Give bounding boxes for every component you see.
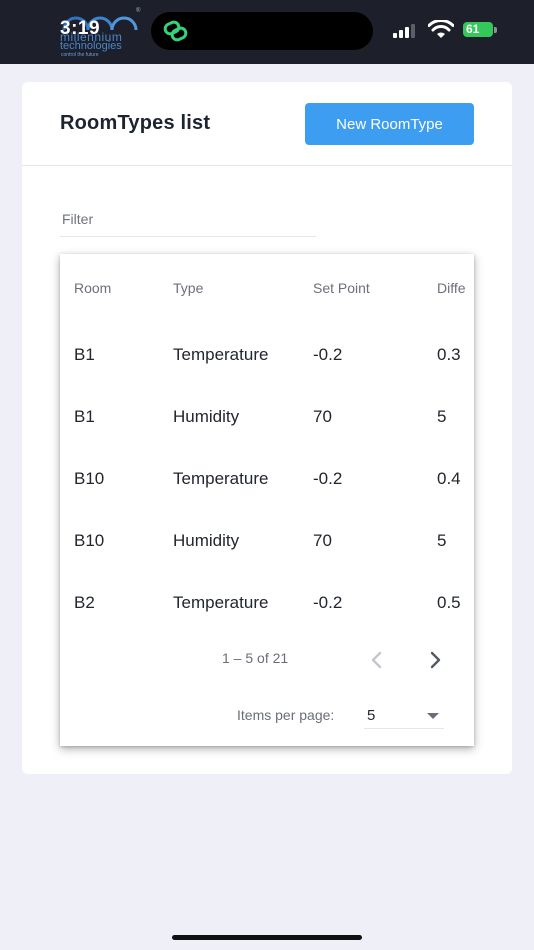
cell-set-point: -0.2	[313, 593, 343, 612]
cell-set-point: 70	[313, 531, 332, 550]
cell-set-point: 70	[313, 407, 332, 426]
items-per-page-label: Items per page:	[237, 707, 335, 723]
battery-level: 61	[466, 22, 480, 36]
chevron-right-icon[interactable]	[424, 648, 446, 672]
cell-room: B2	[74, 593, 95, 612]
cell-set-point: -0.2	[313, 345, 343, 364]
column-header-type[interactable]: Type	[173, 280, 203, 296]
column-header-set-point[interactable]: Set Point	[313, 280, 370, 296]
table-row[interactable]: B10 Temperature -0.2 0.4	[60, 469, 474, 531]
cell-difference: 5	[437, 531, 447, 550]
cell-room: B1	[74, 407, 95, 426]
table-row[interactable]: B2 Temperature -0.2 0.5	[60, 593, 474, 655]
cell-difference: 0.3	[437, 345, 461, 364]
dropdown-arrow-icon	[427, 713, 439, 719]
cell-type: Temperature	[173, 593, 269, 612]
column-header-room[interactable]: Room	[74, 280, 111, 296]
cell-type: Temperature	[173, 345, 269, 364]
roomtypes-card: RoomTypes list New RoomType Room Type Se…	[22, 82, 512, 774]
signal-icon	[393, 24, 415, 38]
items-per-page-select[interactable]: 5	[364, 700, 444, 729]
page-title: RoomTypes list	[60, 112, 211, 134]
cell-type: Temperature	[173, 469, 269, 488]
table-row[interactable]: B1 Humidity 70 5	[60, 407, 474, 469]
cell-type: Humidity	[173, 407, 240, 426]
cell-type: Humidity	[173, 531, 240, 550]
filter-input[interactable]	[60, 210, 314, 228]
roomtypes-table: Room Type Set Point Diffe B1 Temperature…	[60, 254, 474, 746]
cell-difference: 0.5	[437, 593, 461, 612]
cell-room: B10	[74, 531, 105, 550]
cell-room: B1	[74, 345, 95, 364]
table-row[interactable]: B10 Humidity 70 5	[60, 531, 474, 593]
chevron-left-icon[interactable]	[366, 648, 388, 672]
cell-set-point: -0.2	[313, 469, 343, 488]
linked-app-icon	[163, 20, 188, 42]
table-row[interactable]: B1 Temperature -0.2 0.3	[60, 345, 474, 407]
status-time: 3:19	[60, 18, 101, 39]
home-indicator	[172, 935, 362, 940]
logo-text-line2: technologies	[60, 40, 122, 52]
column-header-difference[interactable]: Diffe	[437, 280, 466, 296]
logo-tagline: control the future	[61, 52, 99, 58]
wifi-icon	[428, 20, 454, 38]
battery-tip	[494, 27, 497, 33]
card-header: RoomTypes list New RoomType	[22, 82, 512, 166]
status-bar: ® millennium technologies control the fu…	[0, 0, 534, 64]
paginator-range: 1 – 5 of 21	[222, 650, 289, 666]
cell-room: B10	[74, 469, 105, 488]
logo-registered-mark: ®	[136, 8, 141, 14]
filter-field[interactable]	[60, 204, 316, 237]
items-per-page-value: 5	[367, 707, 376, 724]
cell-difference: 5	[437, 407, 447, 426]
battery-icon: 61	[463, 22, 493, 37]
new-roomtype-button[interactable]: New RoomType	[305, 103, 474, 145]
dynamic-island	[151, 12, 373, 50]
cell-difference: 0.4	[437, 469, 461, 488]
